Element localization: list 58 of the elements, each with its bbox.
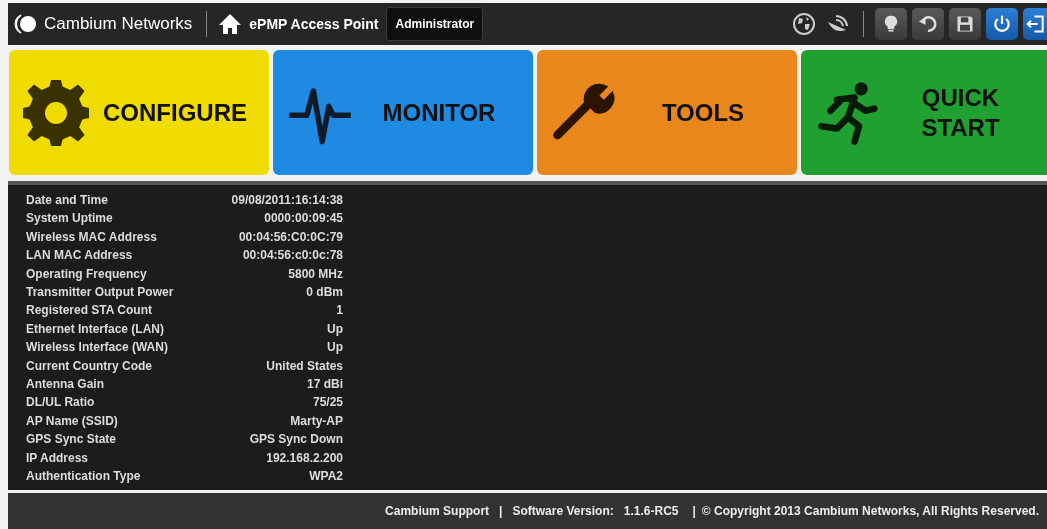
undo-button[interactable] xyxy=(912,8,944,40)
globe-icon[interactable] xyxy=(792,12,816,36)
status-value: Up xyxy=(326,320,343,338)
status-value: United States xyxy=(265,357,343,375)
status-label: DL/UL Ratio xyxy=(26,394,96,412)
status-label: LAN MAC Address xyxy=(26,247,134,265)
status-label: Registered STA Count xyxy=(26,302,153,320)
status-label: AP Name (SSID) xyxy=(26,412,119,430)
status-label: Operating Frequency xyxy=(26,265,148,283)
logout-button[interactable] xyxy=(1023,8,1047,40)
status-value: 75/25 xyxy=(311,394,343,412)
separator: | xyxy=(499,504,503,518)
status-value: 5800 MHz xyxy=(287,265,343,283)
status-value: 17 dBi xyxy=(306,376,343,394)
status-value: 0000:00:09:45 xyxy=(263,210,343,228)
status-label: Date and Time xyxy=(26,192,109,209)
logout-icon xyxy=(1026,13,1046,35)
brand-name: Cambium Networks xyxy=(44,14,193,34)
version-number: 1.1.6-RC5 xyxy=(623,504,679,518)
status-value: 0 dBm xyxy=(305,284,343,302)
separator: | xyxy=(692,504,696,518)
status-label: System Uptime xyxy=(26,210,114,228)
status-label: Ethernet Interface (LAN) xyxy=(26,320,166,338)
lightbulb-button[interactable] xyxy=(875,8,907,40)
save-button[interactable] xyxy=(949,8,981,40)
status-label: Antenna Gain xyxy=(26,376,105,394)
status-value: WPA2 xyxy=(308,468,343,486)
menu-tile[interactable]: TOOLS xyxy=(537,50,797,175)
status-label: Transmitter Output Power xyxy=(26,284,175,302)
status-value: 1 xyxy=(335,302,343,320)
status-value: GPS Sync Down xyxy=(248,431,343,449)
status-label: Wireless Interface (WAN) xyxy=(26,339,169,357)
power-icon xyxy=(992,13,1012,35)
status-value: 00:04:56:c0:0c:78 xyxy=(241,247,343,265)
status-value: Up xyxy=(326,339,343,357)
status-label: Current Country Code xyxy=(26,357,153,375)
menu-tile[interactable]: MONITOR xyxy=(273,50,533,175)
device-name: ePMP Access Point xyxy=(249,16,379,32)
status-value: 192.168.2.200 xyxy=(265,449,343,467)
status-label: GPS Sync State xyxy=(26,431,118,449)
status-label: Wireless MAC Address xyxy=(26,228,158,246)
status-label: Authentication Type xyxy=(26,468,142,486)
support-link[interactable]: Cambium Support xyxy=(385,504,490,518)
power-button[interactable] xyxy=(986,8,1018,40)
home-icon[interactable] xyxy=(217,12,244,36)
running-person-icon xyxy=(815,79,881,146)
version-label: Software Version: xyxy=(512,504,614,518)
status-value: 00:04:56:C0:0C:79 xyxy=(237,228,343,246)
menu-tile[interactable]: CONFIGURE xyxy=(9,50,269,175)
status-value: Marty-AP xyxy=(289,412,343,430)
gear-icon xyxy=(23,79,89,146)
user-badge: Administrator xyxy=(386,7,484,41)
status-label: IP Address xyxy=(26,449,90,467)
undo-icon xyxy=(918,13,938,35)
status-value: 09/08/2011:16:14:38 xyxy=(230,192,343,209)
logo-icon xyxy=(14,12,38,36)
copyright-text: © Copyright 2013 Cambium Networks, All Rights Reserved. xyxy=(701,504,1039,518)
menu-tile[interactable]: QUICK START xyxy=(801,50,1047,175)
